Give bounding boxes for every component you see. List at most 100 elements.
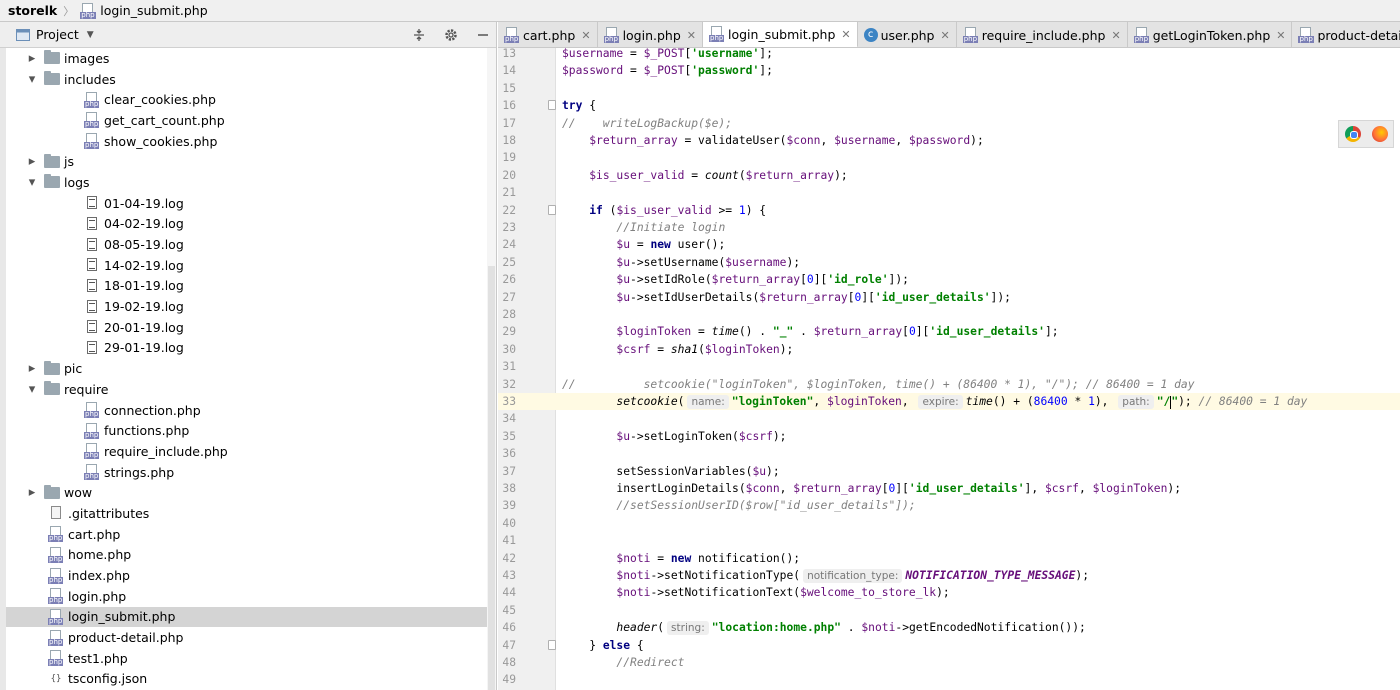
chevron-right-icon[interactable]: ▸ <box>26 485 38 500</box>
tree-folder[interactable]: ▾ includes <box>6 69 486 90</box>
code-line[interactable]: 40 <box>498 515 1400 532</box>
code-line[interactable]: 47 } else { <box>498 637 1400 654</box>
code-editor[interactable]: 13 $username = $_POST['username']; 14 $pass… <box>498 48 1400 690</box>
code-line[interactable]: 34 <box>498 410 1400 427</box>
chrome-icon[interactable] <box>1344 126 1361 142</box>
code-line[interactable]: 26 $u->setIdRole($return_array[0]['id_ro… <box>498 271 1400 288</box>
editor-tab[interactable]: php login_submit.php ✕ <box>703 22 858 47</box>
project-view-title[interactable]: Project <box>36 27 79 42</box>
tree-file[interactable]: 29-01-19.log <box>6 338 486 359</box>
code-line[interactable]: 33 setcookie(name: "loginToken", $loginTo… <box>498 393 1400 411</box>
tree-folder[interactable]: ▾ logs <box>6 172 486 193</box>
code-line[interactable]: 13 $username = $_POST['username']; <box>498 48 1400 62</box>
code-line[interactable]: 20 $is_user_valid = count($return_array)… <box>498 167 1400 184</box>
editor-tab[interactable]: c user.php ✕ <box>858 22 957 47</box>
tree-folder[interactable]: ▸ pic <box>6 358 486 379</box>
code-line[interactable]: 46 header(string: "location:home.php" . $… <box>498 619 1400 636</box>
code-line[interactable]: 16 try { <box>498 97 1400 114</box>
scrollbar-thumb[interactable] <box>488 266 495 690</box>
tree-file[interactable]: php functions.php <box>6 420 486 441</box>
collapse-all-icon[interactable] <box>412 28 426 42</box>
code-line[interactable]: 39 //setSessionUserID($row["id_user_deta… <box>498 497 1400 514</box>
chevron-right-icon[interactable]: ▸ <box>26 51 38 66</box>
tree-folder[interactable]: ▸ js <box>6 151 486 172</box>
fold-marker-icon[interactable] <box>548 100 556 111</box>
tree-file[interactable]: php get_cart_count.php <box>6 110 486 131</box>
close-icon[interactable]: ✕ <box>581 29 590 42</box>
tree-file[interactable]: php clear_cookies.php <box>6 89 486 110</box>
chevron-down-icon[interactable]: ▼ <box>87 30 94 40</box>
tree-file[interactable]: 19-02-19.log <box>6 296 486 317</box>
fold-marker-icon[interactable] <box>548 639 556 650</box>
code-line[interactable]: 36 <box>498 445 1400 462</box>
code-line[interactable]: 15 <box>498 80 1400 97</box>
code-line[interactable]: 19 <box>498 149 1400 166</box>
close-icon[interactable]: ✕ <box>1111 29 1120 42</box>
chevron-down-icon[interactable]: ▾ <box>26 382 38 397</box>
code-line[interactable]: 32 // setcookie("loginToken", $loginToken… <box>498 376 1400 393</box>
code-line[interactable]: 22 if ($is_user_valid >= 1) { <box>498 202 1400 219</box>
code-line[interactable]: 21 <box>498 184 1400 201</box>
editor-tab[interactable]: php getLoginToken.php ✕ <box>1128 22 1293 47</box>
tree-file[interactable]: {} tsconfig.json <box>6 669 486 690</box>
code-line[interactable]: 23 //Initiate login <box>498 219 1400 236</box>
chevron-right-icon[interactable]: ▸ <box>26 361 38 376</box>
project-scrollbar[interactable] <box>487 48 496 690</box>
firefox-icon[interactable] <box>1371 126 1388 142</box>
tree-folder[interactable]: ▸ images <box>6 48 486 69</box>
code-line[interactable]: 48 //Redirect <box>498 654 1400 671</box>
breadcrumb-file[interactable]: login_submit.php <box>100 3 207 18</box>
code-line[interactable]: 25 $u->setUsername($username); <box>498 254 1400 271</box>
close-icon[interactable]: ✕ <box>687 29 696 42</box>
close-icon[interactable]: ✕ <box>941 29 950 42</box>
close-icon[interactable]: ✕ <box>841 28 850 41</box>
editor-tab[interactable]: php cart.php ✕ <box>498 22 598 47</box>
code-line[interactable]: 30 $csrf = sha1($loginToken); <box>498 341 1400 358</box>
code-line[interactable]: 45 <box>498 602 1400 619</box>
tree-file[interactable]: 18-01-19.log <box>6 276 486 297</box>
gear-icon[interactable] <box>444 28 458 42</box>
tree-file[interactable]: .gitattributes <box>6 503 486 524</box>
tree-file[interactable]: 14-02-19.log <box>6 255 486 276</box>
tree-file[interactable]: php show_cookies.php <box>6 131 486 152</box>
tree-file[interactable]: php strings.php <box>6 462 486 483</box>
chevron-down-icon[interactable]: ▾ <box>26 175 38 190</box>
tree-file[interactable]: php connection.php <box>6 400 486 421</box>
chevron-right-icon[interactable]: ▸ <box>26 154 38 169</box>
code-line[interactable]: 38 insertLoginDetails($conn, $return_arr… <box>498 480 1400 497</box>
tree-file[interactable]: php login.php <box>6 586 486 607</box>
editor-tab[interactable]: php require_include.php ✕ <box>957 22 1128 47</box>
tree-file[interactable]: 01-04-19.log <box>6 193 486 214</box>
tree-file[interactable]: php require_include.php <box>6 441 486 462</box>
code-line[interactable]: 37 setSessionVariables($u); <box>498 463 1400 480</box>
code-line[interactable]: 24 $u = new user(); <box>498 236 1400 253</box>
code-line[interactable]: 28 <box>498 306 1400 323</box>
code-line[interactable]: 42 $noti = new notification(); <box>498 550 1400 567</box>
code-line[interactable]: 18 $return_array = validateUser($conn, $… <box>498 132 1400 149</box>
code-line[interactable]: 27 $u->setIdUserDetails($return_array[0]… <box>498 289 1400 306</box>
tree-file[interactable]: 04-02-19.log <box>6 214 486 235</box>
chevron-down-icon[interactable]: ▾ <box>26 72 38 87</box>
hide-panel-icon[interactable] <box>476 28 490 42</box>
code-line[interactable]: 43 $noti->setNotificationType(notificati… <box>498 567 1400 584</box>
tree-file[interactable]: 08-05-19.log <box>6 234 486 255</box>
code-line[interactable]: 35 $u->setLoginToken($csrf); <box>498 428 1400 445</box>
tree-file[interactable]: php test1.php <box>6 648 486 669</box>
editor-tab[interactable]: php login.php ✕ <box>598 22 703 47</box>
tree-file[interactable]: php login_submit.php <box>6 606 495 628</box>
tree-folder[interactable]: ▸ wow <box>6 482 486 503</box>
code-line[interactable]: 29 $loginToken = time() . "_" . $return_… <box>498 323 1400 340</box>
code-line[interactable]: 31 <box>498 358 1400 375</box>
code-line[interactable]: 17 // writeLogBackup($e); <box>498 115 1400 132</box>
code-line[interactable]: 44 $noti->setNotificationText($welcome_t… <box>498 584 1400 601</box>
editor-tab[interactable]: phpproduct-detail.php✕ <box>1292 22 1400 47</box>
breadcrumb-project[interactable]: storelk <box>8 3 57 18</box>
code-line[interactable]: 14 $password = $_POST['password']; <box>498 62 1400 79</box>
fold-marker-icon[interactable] <box>548 204 556 215</box>
tree-folder[interactable]: ▾ require <box>6 379 486 400</box>
tree-file[interactable]: php cart.php <box>6 524 486 545</box>
tree-file[interactable]: php home.php <box>6 545 486 566</box>
tree-file[interactable]: php index.php <box>6 565 486 586</box>
tree-file[interactable]: 20-01-19.log <box>6 317 486 338</box>
code-line[interactable]: 41 <box>498 532 1400 549</box>
